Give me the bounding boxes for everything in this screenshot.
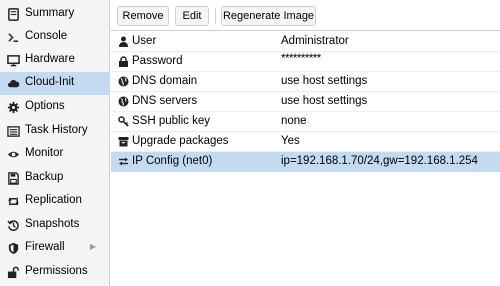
sidebar-item-label: Backup bbox=[25, 171, 64, 183]
sidebar: Summary Console Hardware Cloud-Init Opti… bbox=[0, 0, 110, 286]
table-row-selected[interactable]: IP Config (net0) ip=192.168.1.70/24,gw=1… bbox=[111, 152, 500, 172]
sidebar-item-label: Task History bbox=[25, 124, 88, 136]
floppy-icon bbox=[6, 171, 20, 185]
regenerate-image-button[interactable]: Regenerate Image bbox=[221, 6, 316, 26]
property-key: User bbox=[132, 35, 157, 47]
list-icon bbox=[6, 124, 20, 138]
gear-icon bbox=[6, 100, 20, 114]
sidebar-item-label: Permissions bbox=[25, 265, 88, 277]
sidebar-item-label: Summary bbox=[25, 7, 75, 19]
terminal-icon bbox=[6, 30, 20, 44]
expand-arrow-icon[interactable]: ▶ bbox=[90, 242, 96, 251]
sidebar-item-label: Replication bbox=[25, 194, 82, 206]
property-key: DNS domain bbox=[132, 75, 198, 87]
user-icon bbox=[118, 36, 129, 47]
table-row[interactable]: DNS servers use host settings bbox=[111, 92, 500, 112]
property-value: use host settings bbox=[281, 75, 368, 87]
sidebar-item-label: Firewall bbox=[25, 241, 65, 253]
sidebar-item-console[interactable]: Console bbox=[0, 26, 110, 49]
property-value: none bbox=[281, 115, 307, 127]
sidebar-item-label: Console bbox=[25, 30, 68, 42]
property-value: ip=192.168.1.70/24,gw=192.168.1.254 bbox=[281, 155, 478, 167]
unlock-icon bbox=[6, 265, 20, 279]
sidebar-item-snapshots[interactable]: Snapshots bbox=[0, 214, 110, 237]
sidebar-item-label: Hardware bbox=[25, 53, 75, 65]
sidebar-item-replication[interactable]: Replication bbox=[0, 190, 110, 213]
sidebar-item-label: Monitor bbox=[25, 147, 64, 159]
shield-icon bbox=[6, 241, 20, 255]
remove-button[interactable]: Remove bbox=[117, 6, 169, 26]
sidebar-item-hardware[interactable]: Hardware bbox=[0, 49, 110, 72]
property-value: use host settings bbox=[281, 95, 368, 107]
sidebar-item-firewall[interactable]: Firewall ▶ bbox=[0, 237, 110, 260]
monitor-icon bbox=[6, 53, 20, 67]
sidebar-item-monitor[interactable]: Monitor bbox=[0, 143, 110, 166]
archive-icon bbox=[118, 136, 129, 147]
sidebar-item-permissions[interactable]: Permissions bbox=[0, 261, 110, 284]
book-icon bbox=[6, 7, 20, 21]
exchange-icon bbox=[118, 156, 129, 167]
property-value: Yes bbox=[281, 135, 300, 147]
property-key: SSH public key bbox=[132, 115, 210, 127]
sidebar-item-cloud-init[interactable]: Cloud-Init bbox=[0, 72, 110, 95]
toolbar: Remove Edit Regenerate Image bbox=[111, 0, 500, 31]
edit-button[interactable]: Edit bbox=[175, 6, 209, 26]
property-key: IP Config (net0) bbox=[132, 155, 213, 167]
sidebar-item-options[interactable]: Options bbox=[0, 96, 110, 119]
property-key: DNS servers bbox=[132, 95, 198, 107]
table-row[interactable]: User Administrator bbox=[111, 32, 500, 52]
property-key: Password bbox=[132, 55, 183, 67]
cloud-icon bbox=[6, 76, 20, 90]
sidebar-item-task-history[interactable]: Task History bbox=[0, 120, 110, 143]
eye-icon bbox=[6, 147, 20, 161]
property-key: Upgrade packages bbox=[132, 135, 229, 147]
sidebar-item-label: Snapshots bbox=[25, 218, 80, 230]
property-value: Administrator bbox=[281, 35, 349, 47]
table-row[interactable]: SSH public key none bbox=[111, 112, 500, 132]
sidebar-item-summary[interactable]: Summary bbox=[0, 3, 110, 26]
lock-icon bbox=[118, 56, 129, 67]
globe-icon bbox=[118, 96, 129, 107]
table-row[interactable]: DNS domain use host settings bbox=[111, 72, 500, 92]
history-icon bbox=[6, 218, 20, 232]
globe-icon bbox=[118, 76, 129, 87]
table-row[interactable]: Password ********** bbox=[111, 52, 500, 72]
key-icon bbox=[118, 116, 129, 127]
sidebar-item-label: Cloud-Init bbox=[25, 76, 75, 88]
sidebar-item-backup[interactable]: Backup bbox=[0, 167, 110, 190]
property-value: ********** bbox=[281, 53, 321, 65]
toolbar-separator bbox=[215, 8, 216, 24]
sidebar-item-label: Options bbox=[25, 100, 65, 112]
retweet-icon bbox=[6, 194, 20, 208]
table-row[interactable]: Upgrade packages Yes bbox=[111, 132, 500, 152]
